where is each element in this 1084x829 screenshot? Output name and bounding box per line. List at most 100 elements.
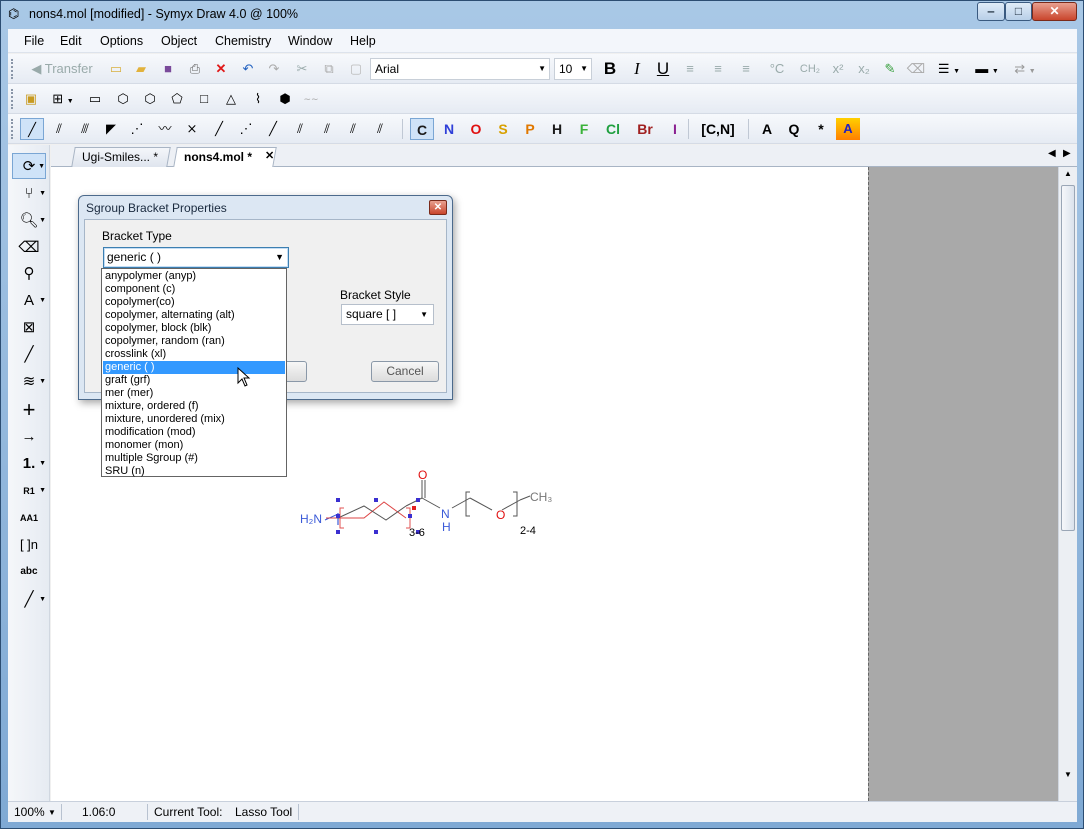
eraser-icon[interactable]: ⌫: [906, 58, 926, 80]
option-sru[interactable]: SRU (n): [103, 465, 285, 478]
hash-bond-icon[interactable]: ⋰: [126, 118, 148, 140]
line-tool-icon[interactable]: ╱: [12, 342, 46, 368]
double-bond-icon[interactable]: ⫽: [48, 118, 70, 140]
pentagon-icon[interactable]: ⬠: [166, 88, 188, 110]
option-generic[interactable]: generic ( ): [103, 361, 285, 374]
new-icon[interactable]: ▭: [106, 58, 126, 80]
menu-options[interactable]: Options: [100, 34, 143, 48]
selection-handle[interactable]: [336, 514, 340, 518]
option-mixture-ordered[interactable]: mixture, ordered (f): [103, 400, 285, 413]
rectangle-icon[interactable]: ▭: [84, 88, 106, 110]
align-right-icon[interactable]: ≡: [736, 58, 756, 80]
lasso-tool-icon[interactable]: ⟳ ▼: [12, 153, 46, 179]
rgroup-tool[interactable]: R1 ▼: [12, 478, 46, 504]
any-atom-button[interactable]: A: [756, 118, 778, 140]
query-bond-icon[interactable]: ⫽: [369, 118, 391, 140]
any-bond-icon[interactable]: ⫽: [289, 118, 311, 140]
plus-tool-icon[interactable]: +: [12, 397, 46, 423]
line-width-icon[interactable]: ▬ ▼: [972, 58, 1002, 80]
chain-icon[interactable]: ∼∼: [300, 88, 322, 110]
minimize-button[interactable]: ‒: [977, 2, 1005, 21]
menu-edit[interactable]: Edit: [60, 34, 82, 48]
close-button[interactable]: ✕: [1032, 2, 1077, 21]
font-size-combo[interactable]: 10 ▼: [554, 58, 592, 80]
element-cl-button[interactable]: Cl: [600, 118, 626, 140]
superscript-button[interactable]: x²: [828, 58, 848, 80]
option-mixture-unordered[interactable]: mixture, unordered (mix): [103, 413, 285, 426]
cyclohexane-chair-icon[interactable]: ⌇: [247, 88, 269, 110]
maximize-button[interactable]: □: [1005, 2, 1032, 21]
single-bond-icon[interactable]: ╱: [20, 118, 44, 140]
scroll-up-icon[interactable]: ▲: [1064, 169, 1072, 178]
paste-icon[interactable]: ▢: [346, 58, 366, 80]
selection-handle[interactable]: [374, 530, 378, 534]
menu-object[interactable]: Object: [161, 34, 197, 48]
option-copolymer-random[interactable]: copolymer, random (ran): [103, 335, 285, 348]
single-double-bond-icon[interactable]: ╱: [262, 118, 284, 140]
bold-bond-icon[interactable]: ╱: [208, 118, 230, 140]
option-copolymer[interactable]: copolymer(co): [103, 296, 285, 309]
option-graft[interactable]: graft (grf): [103, 374, 285, 387]
option-modification[interactable]: modification (mod): [103, 426, 285, 439]
open-icon[interactable]: ▰: [131, 58, 151, 80]
dashed-bond-icon[interactable]: ⋰: [235, 118, 257, 140]
atom-label-tool[interactable]: A ▼: [12, 288, 46, 314]
draw-line-tool-icon[interactable]: ╱ ▼: [12, 587, 46, 613]
align-center-icon[interactable]: ≡: [708, 58, 728, 80]
print-icon[interactable]: ⎙: [185, 58, 205, 80]
menu-window[interactable]: Window: [288, 34, 332, 48]
menu-help[interactable]: Help: [350, 34, 376, 48]
triple-bond-icon[interactable]: ⫻: [74, 118, 96, 140]
triangle-icon[interactable]: △: [220, 88, 242, 110]
star-atom-button[interactable]: *: [810, 118, 832, 140]
query-atom-button[interactable]: Q: [783, 118, 805, 140]
toolbar-grip[interactable]: [11, 59, 14, 79]
option-anypolymer[interactable]: anypolymer (anyp): [103, 270, 285, 283]
select-tool-icon[interactable]: ⑂ ▼: [12, 181, 46, 207]
tab-scroll-left-icon[interactable]: ◀: [1048, 148, 1056, 159]
amino-acid-tool[interactable]: AA1: [12, 505, 46, 531]
cross-bond-icon[interactable]: ⨯: [181, 118, 203, 140]
menu-chemistry[interactable]: Chemistry: [215, 34, 271, 48]
selection-handle[interactable]: [412, 506, 416, 510]
dialog-close-icon[interactable]: ✕: [429, 200, 447, 215]
option-copolymer-block[interactable]: copolymer, block (blk): [103, 322, 285, 335]
selection-handle[interactable]: [374, 498, 378, 502]
option-monomer[interactable]: monomer (mon): [103, 439, 285, 452]
element-s-button[interactable]: S: [492, 118, 514, 140]
wavy-bond-icon[interactable]: 〰: [154, 118, 176, 140]
copy-icon[interactable]: ⧉: [319, 58, 339, 80]
atom-list-button[interactable]: [C,N]: [694, 118, 742, 140]
menu-file[interactable]: File: [24, 34, 44, 48]
subscript-button[interactable]: x₂: [854, 58, 874, 80]
cancel-button[interactable]: Cancel: [371, 361, 439, 382]
toolbar-grip[interactable]: [11, 119, 14, 139]
font-name-combo[interactable]: Arial ▼: [370, 58, 550, 80]
chevron-down-icon[interactable]: ▼: [48, 808, 56, 817]
hexagon-alt-icon[interactable]: ⬡: [139, 88, 161, 110]
element-c-button[interactable]: C: [410, 118, 434, 140]
scroll-thumb[interactable]: [1061, 185, 1075, 531]
element-p-button[interactable]: P: [519, 118, 541, 140]
eraser-tool-icon[interactable]: ⌫: [12, 235, 46, 261]
numbering-tool[interactable]: 1. ▼: [12, 451, 46, 477]
zoom-level[interactable]: 100%: [14, 805, 45, 819]
line-pattern-icon[interactable]: ☰ ▼: [934, 58, 964, 80]
arrow-style-icon[interactable]: ⇄ ▼: [1010, 58, 1040, 80]
element-n-button[interactable]: N: [438, 118, 460, 140]
template-icon[interactable]: ▣: [20, 88, 42, 110]
square-icon[interactable]: □: [193, 88, 215, 110]
text-tool[interactable]: abc: [12, 559, 46, 585]
selection-handle[interactable]: [336, 498, 340, 502]
element-h-button[interactable]: H: [546, 118, 568, 140]
save-icon[interactable]: ■: [158, 58, 178, 80]
toolbar-grip[interactable]: [11, 89, 14, 109]
selection-handle[interactable]: [416, 498, 420, 502]
atom-color-icon[interactable]: A: [836, 118, 860, 140]
align-left-icon[interactable]: ≡: [680, 58, 700, 80]
celsius-button[interactable]: °C: [762, 58, 792, 80]
tab-ugi-smiles[interactable]: Ugi-Smiles... *: [71, 147, 171, 167]
italic-button[interactable]: I: [627, 58, 647, 80]
option-multiple-sgroup[interactable]: multiple Sgroup (#): [103, 452, 285, 465]
selection-handle[interactable]: [336, 530, 340, 534]
